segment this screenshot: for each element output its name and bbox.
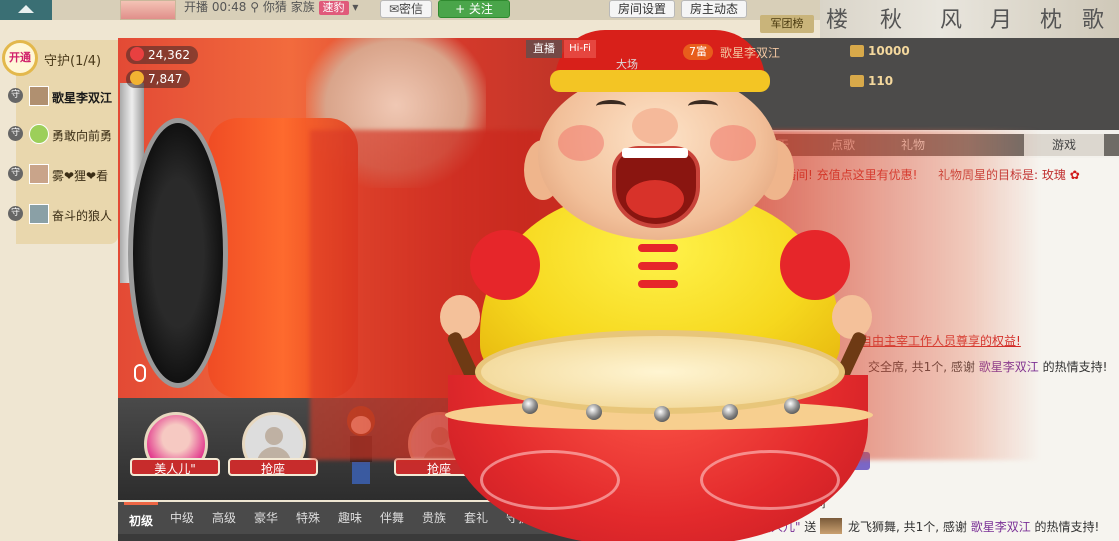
chat-welcome: 01:33 欢迎 "吉琳西雨, , , , " 进入房间 bbox=[618, 496, 826, 510]
rose-icon: ✿ bbox=[1069, 168, 1080, 182]
tab-basic[interactable]: 初级 bbox=[124, 502, 158, 534]
envelope-icon: ✉ bbox=[388, 2, 400, 16]
owner-news-button[interactable]: 房主动态 bbox=[681, 0, 747, 18]
tab-intermediate[interactable]: 中级 bbox=[166, 502, 198, 534]
guard-item[interactable]: 守 奋斗的狼人 bbox=[8, 204, 118, 226]
fortune-stat: 24,362 bbox=[126, 46, 198, 64]
guard-name: 歌星李双江 bbox=[52, 91, 113, 105]
coin-icon bbox=[850, 75, 864, 87]
coins-bottom: 110 bbox=[850, 74, 893, 88]
avatar bbox=[29, 124, 49, 144]
coins-top: 10000 bbox=[850, 44, 910, 58]
wealth-level-badge: 7富 bbox=[683, 44, 713, 60]
microphone-image bbox=[128, 118, 228, 388]
tab-guard[interactable]: 守护 bbox=[502, 502, 534, 534]
gift-list-strip bbox=[118, 534, 598, 541]
tab-dance[interactable]: 伴舞 bbox=[376, 502, 408, 534]
tab-advanced[interactable]: 高级 bbox=[208, 502, 240, 534]
collapse-arrow-icon[interactable] bbox=[0, 0, 52, 20]
location-pin-icon: ⚲ bbox=[250, 0, 260, 14]
grab-seat-button[interactable]: 抢座 bbox=[500, 458, 590, 476]
guard-item[interactable]: 守 歌星李双江 bbox=[8, 86, 118, 108]
calligraphy-banner: 楼 秋 风 月 枕 歌 bbox=[820, 0, 1119, 38]
fans-stat: 7,847 bbox=[126, 70, 191, 88]
room-id-badge: 40662763 bbox=[786, 452, 870, 470]
chibi-avatar[interactable] bbox=[344, 406, 378, 488]
family-tag[interactable]: 速豹 bbox=[318, 1, 349, 15]
guard-badge-icon: 守 bbox=[8, 88, 23, 103]
guard-badge-icon: 守 bbox=[8, 166, 23, 181]
army-rank-button[interactable]: 军团榜 bbox=[760, 15, 814, 33]
chat-tab-bar: 聊天 点歌 礼物 游戏 bbox=[748, 134, 1119, 156]
guard-name: 勇敢向前勇 bbox=[52, 129, 113, 143]
family-label: 家族 bbox=[290, 0, 315, 14]
hall-label: 大场 bbox=[616, 58, 638, 71]
dropdown-arrow-icon[interactable]: ▾ bbox=[352, 0, 358, 14]
guard-name: 雾❤狸❤看 bbox=[52, 169, 109, 183]
chat-support-line: 交全席, 共1个, 感谢 歌星李双江 的热情支持! bbox=[868, 360, 1108, 374]
room-settings-button[interactable]: 房间设置 bbox=[609, 0, 675, 18]
tab-chat[interactable]: 聊天 bbox=[748, 134, 806, 156]
avatar bbox=[29, 164, 49, 184]
dragon-lion-gift-icon bbox=[820, 518, 843, 534]
tab-bundle[interactable]: 套礼 bbox=[460, 502, 492, 534]
vip-badge-icon: 转 bbox=[618, 519, 633, 535]
open-guard-button[interactable]: 开通 bbox=[2, 40, 38, 76]
chat-panel[interactable]: 人直播间! 充值点这里有优惠! 礼物周星的目标是: 玫瑰 ✿ 自由主宰工作人员尊… bbox=[608, 158, 1119, 541]
chat-notice[interactable]: 人直播间! 充值点这里有优惠! bbox=[760, 166, 917, 183]
guard-name: 奋斗的狼人 bbox=[52, 209, 113, 223]
private-message-button[interactable]: ✉密信 bbox=[380, 0, 432, 18]
tab-special[interactable]: 特殊 bbox=[292, 502, 324, 534]
host-name[interactable]: 歌星李双江 bbox=[720, 44, 780, 61]
seat-label[interactable]: 美人儿" bbox=[130, 458, 220, 476]
follow-button[interactable]: + 关注 bbox=[438, 0, 510, 18]
chat-notice: 礼物周星的目标是: 玫瑰 ✿ bbox=[938, 168, 1080, 182]
avatar bbox=[29, 86, 49, 106]
video-stream[interactable] bbox=[118, 38, 608, 398]
grab-seat-button[interactable]: 抢座 bbox=[394, 458, 484, 476]
chat-gift-line: 转 01:33 歌星李双江 向 美人儿" 送 龙飞狮舞, 共1个, 感谢 歌星李… bbox=[618, 518, 1100, 535]
wealth-icon bbox=[130, 47, 144, 61]
tab-blank[interactable] bbox=[954, 134, 1012, 156]
live-badge: 直播 bbox=[526, 40, 562, 58]
host-meta: 开播 00:48 ⚲ 你猜 家族 速豹 ▾ bbox=[184, 0, 358, 20]
tab-fun[interactable]: 趣味 bbox=[334, 502, 366, 534]
star-icon bbox=[130, 71, 144, 85]
gift-category-tabs: 初级 中级 高级 豪华 特殊 趣味 伴舞 贵族 套礼 守护 库存 bbox=[118, 502, 598, 534]
guard-title: 守护(1/4) bbox=[44, 54, 102, 69]
hifi-badge: Hi-Fi bbox=[564, 40, 596, 58]
tab-game[interactable]: 游戏 bbox=[1024, 134, 1104, 156]
sports-car-gift-icon bbox=[650, 436, 750, 478]
tab-noble[interactable]: 贵族 bbox=[418, 502, 450, 534]
grab-seat-button[interactable]: 抢座 bbox=[228, 458, 318, 476]
guard-item[interactable]: 守 雾❤狸❤看 bbox=[8, 164, 118, 186]
chat-privilege[interactable]: 自由主宰工作人员尊享的权益! bbox=[860, 332, 1021, 349]
guard-item[interactable]: 守 勇敢向前勇 bbox=[8, 124, 118, 146]
avatar bbox=[29, 204, 49, 224]
coin-icon bbox=[850, 45, 864, 57]
microphone-icon[interactable] bbox=[134, 364, 146, 382]
tab-luxury[interactable]: 豪华 bbox=[250, 502, 282, 534]
host-avatar[interactable] bbox=[120, 0, 176, 20]
tab-song[interactable]: 点歌 bbox=[814, 134, 872, 156]
tab-inventory[interactable]: 库存 bbox=[544, 502, 576, 534]
guard-badge-icon: 守 bbox=[8, 206, 23, 221]
location-text: 你猜 bbox=[262, 0, 287, 14]
tab-gift[interactable]: 礼物 bbox=[884, 134, 942, 156]
guard-badge-icon: 守 bbox=[8, 126, 23, 141]
live-time: 开播 00:48 bbox=[184, 0, 247, 14]
